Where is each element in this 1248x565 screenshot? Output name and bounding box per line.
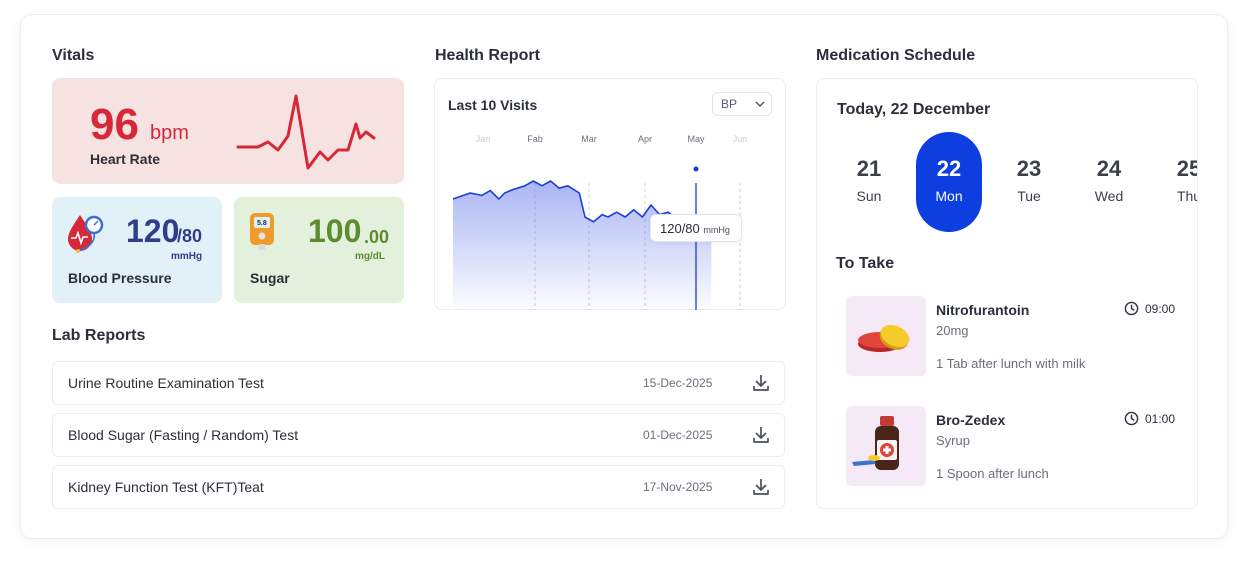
day-number: 23	[1016, 156, 1042, 181]
bp-diastolic-value: /80	[177, 226, 203, 246]
medication-time: 01:00	[1124, 411, 1175, 426]
sugar-tile[interactable]: 5.8 100 .00 mg/dL Sugar	[234, 197, 404, 303]
lab-report-date: 17-Nov-2025	[643, 480, 713, 494]
pills-icon	[846, 296, 926, 376]
medication-name: Nitrofurantoin	[936, 302, 1030, 318]
blood-drop-gauge-icon	[68, 215, 104, 253]
tooltip-unit: mmHg	[703, 225, 730, 235]
chart-x-tick-label: May	[687, 134, 705, 144]
medication-time: 09:00	[1124, 301, 1175, 316]
chart-x-tick-label: Apr	[638, 134, 652, 144]
day-selector-23[interactable]: 23 Tue	[996, 132, 1062, 232]
chart-marker-dot	[693, 166, 699, 172]
clock-icon	[1124, 411, 1139, 426]
chart-x-tick-label: Fab	[527, 134, 543, 144]
day-number: 21	[856, 156, 882, 181]
heart-rate-value: 96	[90, 100, 139, 149]
chart-x-tick-label: Jun	[733, 134, 748, 144]
medication-time-value: 09:00	[1145, 301, 1176, 316]
day-selector-21[interactable]: 21 Sun	[836, 132, 902, 232]
clock-icon	[1124, 301, 1139, 316]
day-number: 24	[1096, 156, 1122, 181]
metric-select[interactable]: BP	[712, 92, 772, 116]
day-number: 22	[936, 156, 962, 181]
lab-report-row[interactable]: Blood Sugar (Fasting / Random) Test 01-D…	[52, 413, 785, 457]
vitals-title: Vitals	[52, 47, 95, 64]
day-clip: 25 Thu	[1156, 132, 1197, 232]
day-selector-25[interactable]: 25 Thu	[1156, 132, 1197, 232]
medication-title: Medication Schedule	[816, 47, 976, 64]
lab-report-row[interactable]: Urine Routine Examination Test 15-Dec-20…	[52, 361, 785, 405]
day-selector-24[interactable]: 24 Wed	[1076, 132, 1142, 232]
day-number: 25	[1176, 156, 1197, 181]
bp-systolic-value: 120	[126, 213, 180, 249]
bp-label: Blood Pressure	[68, 270, 172, 286]
glucometer-icon	[250, 213, 274, 250]
tooltip-value: 120/80	[660, 221, 700, 236]
health-report-title: Health Report	[435, 47, 540, 64]
heart-rate-waveform-icon	[236, 94, 376, 170]
download-icon[interactable]	[751, 373, 771, 393]
medication-note: 1 Tab after lunch with milk	[936, 356, 1086, 371]
lab-report-row[interactable]: Kidney Function Test (KFT)Teat 17-Nov-20…	[52, 465, 785, 509]
chevron-down-icon	[755, 101, 765, 108]
medication-name: Bro-Zedex	[936, 412, 1006, 428]
syrup-bottle-icon	[846, 406, 926, 486]
lab-report-name: Blood Sugar (Fasting / Random) Test	[68, 427, 299, 443]
sugar-value: 100	[308, 213, 362, 249]
today-date: Today, 22 December	[837, 101, 991, 118]
lab-report-name: Urine Routine Examination Test	[68, 375, 264, 391]
day-weekday: Tue	[1017, 188, 1041, 204]
medication-dose: Syrup	[936, 433, 970, 448]
medication-dose: 20mg	[936, 323, 969, 338]
blood-pressure-tile[interactable]: 120 /80 mmHg Blood Pressure	[52, 197, 222, 303]
metric-select-value: BP	[721, 97, 738, 111]
chart-subtitle: Last 10 Visits	[448, 97, 538, 113]
glucometer-reading: 5.8	[257, 220, 267, 227]
day-weekday: Mon	[935, 188, 963, 204]
day-weekday: Sun	[856, 188, 882, 204]
lab-report-date: 15-Dec-2025	[643, 376, 713, 390]
heart-rate-tile[interactable]: 96 bpm Heart Rate	[52, 78, 404, 184]
lab-report-date: 01-Dec-2025	[643, 428, 713, 442]
heart-rate-label: Heart Rate	[90, 151, 161, 167]
medication-time-value: 01:00	[1145, 411, 1176, 426]
day-selector-22[interactable]: 22 Mon	[916, 132, 982, 232]
lab-reports-title: Lab Reports	[52, 327, 146, 344]
chart-x-tick-label: Mar	[581, 134, 597, 144]
day-weekday: Thu	[1176, 188, 1197, 204]
sugar-label: Sugar	[250, 270, 290, 286]
sugar-decimal: .00	[364, 227, 390, 247]
chart-tooltip: 120/80 mmHg	[650, 214, 742, 242]
chart-x-tick-label: Jan	[476, 134, 491, 144]
medication-note: 1 Spoon after lunch	[936, 466, 1049, 481]
sugar-unit: mg/dL	[355, 251, 385, 262]
day-weekday: Wed	[1094, 188, 1124, 204]
heart-rate-unit: bpm	[150, 122, 189, 144]
lab-report-name: Kidney Function Test (KFT)Teat	[68, 479, 264, 495]
chart-area-fill	[453, 181, 712, 310]
to-take-title: To Take	[836, 255, 895, 272]
bp-unit: mmHg	[171, 251, 203, 262]
download-icon[interactable]	[751, 477, 771, 497]
download-icon[interactable]	[751, 425, 771, 445]
